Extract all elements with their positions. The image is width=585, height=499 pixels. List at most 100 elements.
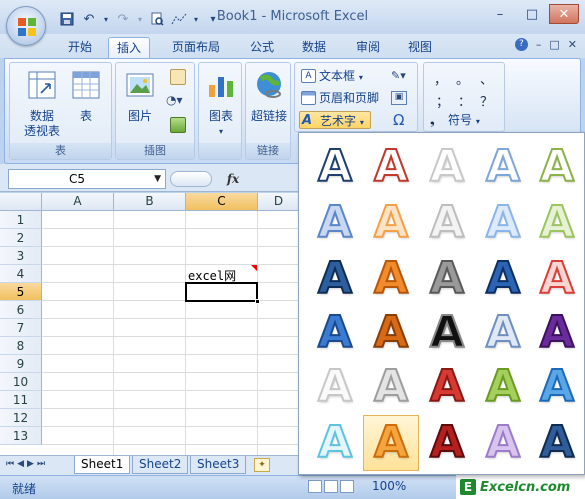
active-cell-c5[interactable]	[185, 282, 260, 304]
row-header-8[interactable]: 8	[0, 337, 42, 355]
wordart-style-5[interactable]: A	[529, 139, 585, 195]
select-all-corner[interactable]	[0, 193, 42, 211]
row-header-10[interactable]: 10	[0, 373, 42, 391]
column-header-b[interactable]: B	[114, 193, 186, 211]
wordart-style-22[interactable]: A	[363, 359, 419, 415]
minimize-button[interactable]: –	[485, 4, 515, 24]
symbol-period[interactable]: 。	[456, 69, 469, 88]
tab-insert[interactable]: 插入	[108, 37, 151, 58]
wordart-style-4[interactable]: A	[475, 139, 531, 195]
row-header-4[interactable]: 4	[0, 265, 42, 283]
page-layout-view-icon[interactable]	[324, 480, 338, 493]
next-sheet-icon[interactable]: ▶	[27, 459, 34, 469]
textbox-button[interactable]: A 文本框 ▾	[299, 67, 363, 85]
wordart-style-27[interactable]: A	[363, 415, 419, 471]
normal-view-icon[interactable]	[308, 480, 322, 493]
wordart-style-13[interactable]: A	[419, 251, 475, 307]
office-button[interactable]	[6, 6, 46, 46]
row-header-13[interactable]: 13	[0, 427, 42, 445]
row-header-5[interactable]: 5	[0, 283, 42, 301]
tab-formulas[interactable]: 公式	[242, 37, 282, 58]
wordart-style-23[interactable]: A	[419, 359, 475, 415]
wordart-style-19[interactable]: A	[475, 305, 531, 361]
wordart-style-25[interactable]: A	[529, 359, 585, 415]
smartart-icon[interactable]	[170, 117, 186, 133]
tab-home[interactable]: 开始	[60, 37, 100, 58]
wordart-style-3[interactable]: A	[419, 139, 475, 195]
wordart-style-6[interactable]: A	[307, 195, 363, 251]
fill-handle[interactable]	[255, 299, 260, 304]
wordart-style-2[interactable]: A	[363, 139, 419, 195]
chart-button[interactable]: 图表 ▾	[203, 69, 239, 139]
symbol-semicolon[interactable]: ；	[436, 91, 449, 110]
tab-view[interactable]: 视图	[400, 37, 440, 58]
insert-function-button[interactable]: fx	[222, 169, 244, 189]
wordart-style-29[interactable]: A	[475, 415, 531, 471]
ribbon-close-icon[interactable]: ✕	[568, 38, 577, 51]
wordart-button[interactable]: A 艺术字 ▾	[299, 111, 371, 129]
object-icon[interactable]: ▣	[391, 91, 407, 105]
clipart-icon[interactable]	[170, 69, 186, 85]
maximize-button[interactable]: □	[517, 4, 547, 24]
symbol-colon[interactable]: ：	[458, 91, 471, 110]
wordart-style-9[interactable]: A	[475, 195, 531, 251]
wordart-style-24[interactable]: A	[475, 359, 531, 415]
zoom-level[interactable]: 100%	[372, 479, 406, 493]
header-footer-button[interactable]: 页眉和页脚	[299, 89, 379, 107]
last-sheet-icon[interactable]: ⏭	[37, 459, 45, 469]
wordart-style-18[interactable]: A	[419, 305, 475, 361]
symbol-button[interactable]: ❟ 符号 ▾	[428, 111, 480, 129]
row-header-3[interactable]: 3	[0, 247, 42, 265]
worksheet-grid[interactable]: A B C D 1 2 3 4 5 6 7 8 9 10 11 12 13 ex…	[0, 193, 300, 455]
table-button[interactable]: 表	[66, 69, 106, 124]
first-sheet-icon[interactable]: ⏮	[6, 459, 14, 469]
hyperlink-button[interactable]: 超链接	[248, 69, 290, 124]
symbol-omega-button[interactable]: Ω	[393, 111, 404, 129]
wordart-style-8[interactable]: A	[419, 195, 475, 251]
name-box-dropdown-icon[interactable]: ▼	[154, 170, 161, 188]
help-icon[interactable]: ?	[514, 38, 528, 51]
tab-review[interactable]: 审阅	[348, 37, 388, 58]
pivot-table-button[interactable]: 数据 透视表	[16, 69, 68, 139]
row-header-2[interactable]: 2	[0, 229, 42, 247]
column-header-d[interactable]: D	[258, 193, 300, 211]
wordart-style-26[interactable]: A	[307, 415, 363, 471]
row-header-11[interactable]: 11	[0, 391, 42, 409]
close-button[interactable]: ✕	[549, 4, 579, 24]
wordart-style-14[interactable]: A	[475, 251, 531, 307]
column-header-a[interactable]: A	[42, 193, 114, 211]
wordart-style-21[interactable]: A	[307, 359, 363, 415]
formula-bar-splitter[interactable]	[170, 171, 212, 187]
insert-sheet-icon[interactable]: ✦	[254, 458, 270, 472]
tab-data[interactable]: 数据	[294, 37, 334, 58]
signature-icon[interactable]: ✎▾	[391, 69, 407, 83]
shapes-icon[interactable]: ◔▾	[166, 93, 188, 109]
wordart-style-12[interactable]: A	[363, 251, 419, 307]
picture-button[interactable]: 图片	[120, 69, 160, 124]
row-header-9[interactable]: 9	[0, 355, 42, 373]
row-header-12[interactable]: 12	[0, 409, 42, 427]
page-break-view-icon[interactable]	[340, 480, 354, 493]
prev-sheet-icon[interactable]: ◀	[17, 459, 24, 469]
sheet-tab-sheet3[interactable]: Sheet3	[190, 456, 247, 474]
wordart-style-30[interactable]: A	[529, 415, 585, 471]
wordart-style-15[interactable]: A	[529, 251, 585, 307]
wordart-style-17[interactable]: A	[363, 305, 419, 361]
wordart-style-28[interactable]: A	[419, 415, 475, 471]
wordart-style-16[interactable]: A	[307, 305, 363, 361]
symbol-comma[interactable]: ，	[434, 69, 447, 88]
name-box[interactable]: C5 ▼	[8, 169, 166, 189]
wordart-style-10[interactable]: A	[529, 195, 585, 251]
sheet-tab-sheet1[interactable]: Sheet1	[74, 456, 131, 474]
wordart-style-11[interactable]: A	[307, 251, 363, 307]
ribbon-restore-icon[interactable]: □	[549, 38, 559, 51]
wordart-style-7[interactable]: A	[363, 195, 419, 251]
wordart-style-1[interactable]: A	[307, 139, 363, 195]
row-header-1[interactable]: 1	[0, 211, 42, 229]
symbol-enum-comma[interactable]: 、	[480, 69, 493, 88]
column-header-c[interactable]: C	[186, 193, 258, 211]
wordart-style-20[interactable]: A	[529, 305, 585, 361]
sheet-tab-sheet2[interactable]: Sheet2	[132, 456, 189, 474]
row-header-7[interactable]: 7	[0, 319, 42, 337]
row-header-6[interactable]: 6	[0, 301, 42, 319]
